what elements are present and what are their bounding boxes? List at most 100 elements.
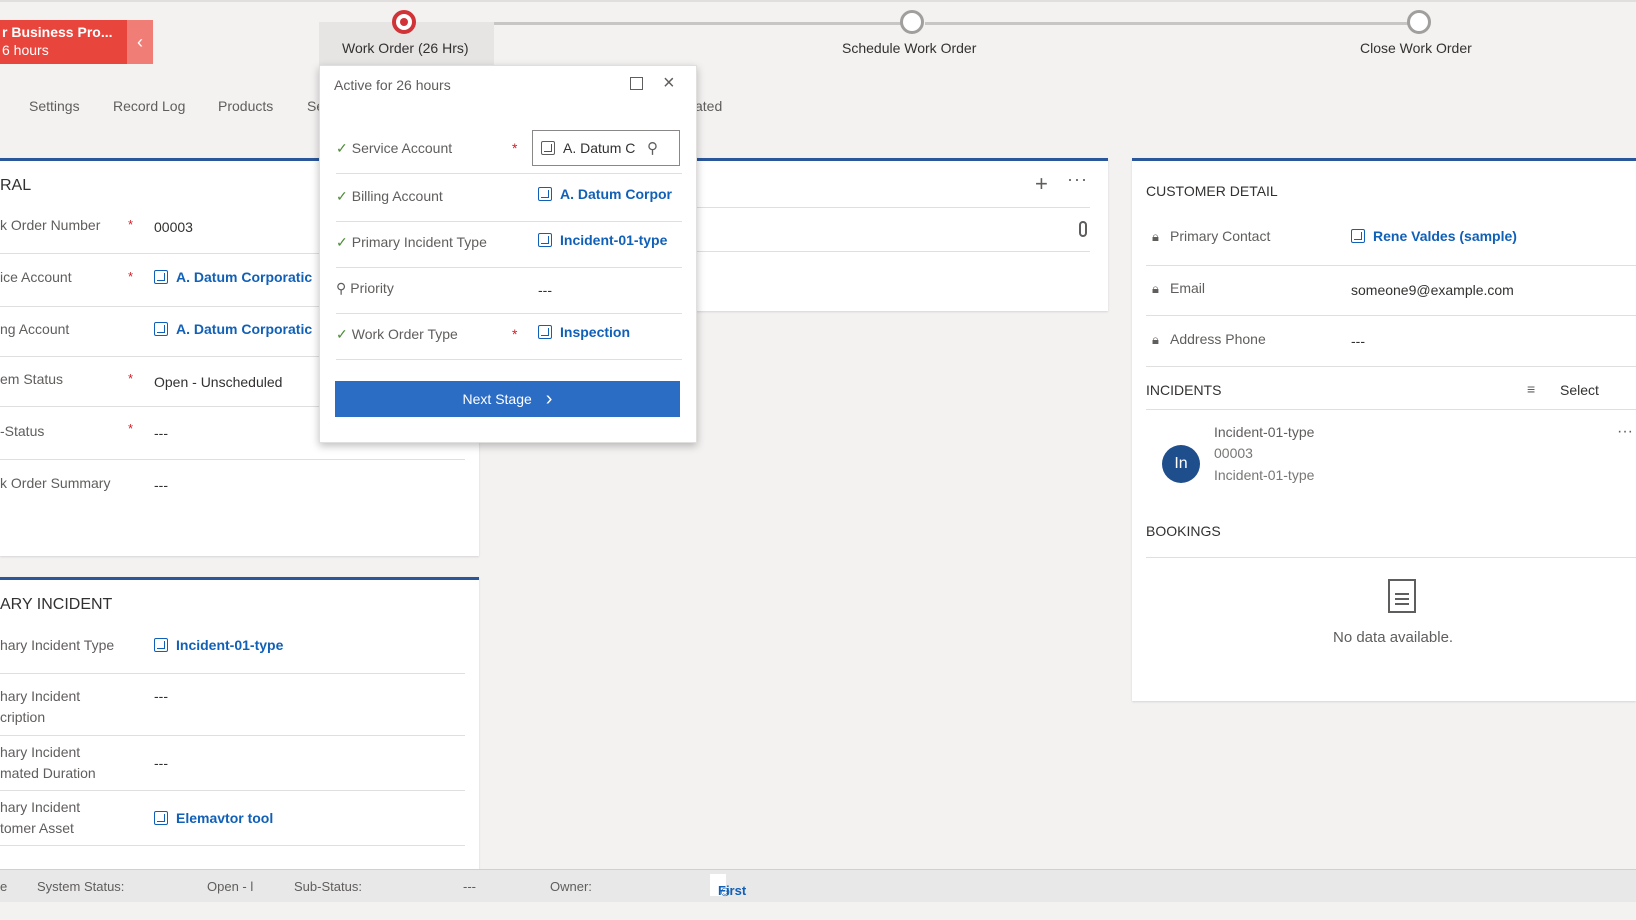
tab-record-log[interactable]: Record Log [113, 98, 185, 114]
flyout-field-primary-incident-type: ✓ Primary Incident Type Incident-01-type [336, 222, 682, 268]
asset-icon [154, 811, 168, 825]
stage-schedule-work-order[interactable]: Schedule Work Order [842, 40, 976, 56]
flyout-field-service-account: ✓ Service Account * A. Datum C ⚲ [336, 128, 682, 174]
flyout-field-billing-account: ✓ Billing Account A. Datum Corpor [336, 176, 682, 222]
footer-owner-label: Owner: [550, 879, 592, 894]
add-icon[interactable]: + [1035, 171, 1048, 197]
divider [1146, 265, 1636, 266]
customer-asset-text: Elemavtor tool [176, 810, 274, 826]
service-account-input[interactable]: A. Datum C ⚲ [532, 130, 680, 166]
stage-connector [925, 22, 1415, 25]
footer-fragment: e [0, 879, 8, 894]
more-options-icon[interactable]: ··· [1067, 169, 1088, 190]
service-account-input-value: A. Datum C [563, 140, 636, 156]
tab-products[interactable]: Products [218, 98, 273, 114]
stage-close-work-order[interactable]: Close Work Order [1360, 40, 1472, 56]
billing-account-text: A. Datum Corporatic [176, 321, 313, 337]
divider [1146, 557, 1636, 558]
priority-value[interactable]: --- [538, 282, 552, 298]
process-name: r Business Pro... [2, 24, 113, 40]
primary-contact-link[interactable]: Rene Valdes (sample) [1351, 228, 1517, 244]
account-icon [541, 141, 555, 155]
field-label: Primary Incident Type [351, 234, 487, 250]
field-label: hary Incident [0, 688, 81, 704]
business-process-bar [0, 0, 1636, 68]
work-order-number-value[interactable]: 00003 [154, 219, 193, 235]
divider [1146, 409, 1636, 410]
divider [0, 673, 465, 674]
next-stage-label: Next Stage [462, 391, 532, 407]
divider [1146, 315, 1636, 316]
field-label: Billing Account [351, 188, 443, 204]
email-value[interactable]: someone9@example.com [1351, 282, 1514, 298]
incident-item-title[interactable]: Incident-01-type [1214, 424, 1314, 440]
billing-account-text: A. Datum Corpor [560, 186, 672, 202]
footer-owner-link[interactable]: ☺ First [710, 874, 746, 899]
flyout-title: Active for 26 hours [334, 77, 451, 93]
tab-related[interactable]: ated [695, 98, 722, 114]
field-label: hary Incident [0, 744, 81, 760]
dock-flyout-icon[interactable] [630, 77, 643, 90]
chevron-left-icon: ‹ [137, 31, 143, 52]
process-flyout-tab[interactable]: r Business Pro... 6 hours [0, 20, 127, 64]
status-footer: e System Status: Open - l Sub-Status: --… [0, 869, 1636, 902]
lock-icon: 🔒︎ [1152, 281, 1159, 296]
field-label: Work Order Type [351, 326, 458, 342]
search-icon[interactable]: ⚲ [647, 139, 658, 157]
incident-more-icon[interactable]: ··· [1617, 423, 1633, 441]
field-label: hary Incident [0, 799, 81, 815]
close-icon[interactable]: × [663, 72, 675, 95]
check-icon: ✓ [336, 234, 348, 250]
bookings-title: BOOKINGS [1146, 523, 1221, 539]
work-order-type-icon [538, 325, 552, 339]
work-order-summary-value[interactable]: --- [154, 477, 168, 493]
next-stage-button[interactable]: Next Stage › [335, 381, 680, 417]
billing-account-link[interactable]: A. Datum Corporatic [154, 321, 312, 337]
divider [1146, 366, 1636, 367]
address-phone-value[interactable]: --- [1351, 333, 1365, 349]
required-indicator: * [128, 217, 134, 232]
chevron-right-icon: › [545, 387, 553, 410]
check-icon: ✓ [336, 140, 348, 156]
lock-icon: 🔒︎ [1152, 229, 1159, 244]
collapse-process-button[interactable]: ‹ [127, 20, 153, 64]
primary-incident-type-text: Incident-01-type [560, 232, 668, 248]
primary-incident-type-link[interactable]: Incident-01-type [538, 232, 667, 248]
required-indicator: * [512, 326, 518, 342]
stage-flyout-panel: Active for 26 hours × ✓ Service Account *… [319, 65, 697, 443]
divider [695, 207, 1090, 208]
primary-incident-section: ARY INCIDENT hary Incident Type Incident… [0, 577, 479, 872]
field-label: ice Account [0, 269, 72, 285]
field-label: Address Phone [1170, 331, 1266, 347]
field-label: Priority [350, 280, 394, 296]
work-order-type-link[interactable]: Inspection [538, 324, 630, 340]
tab-settings[interactable]: Settings [29, 98, 80, 114]
field-label: Primary Contact [1170, 228, 1271, 244]
stage-label-work-order: Work Order (26 Hrs) [342, 40, 469, 56]
system-status-value[interactable]: Open - Unscheduled [154, 374, 282, 390]
attachment-icon[interactable] [1079, 221, 1087, 237]
billing-account-link[interactable]: A. Datum Corpor [538, 186, 672, 202]
flyout-field-priority: ⚲ Priority --- [336, 268, 682, 314]
select-button[interactable]: Select [1560, 382, 1599, 398]
primary-incident-type-link[interactable]: Incident-01-type [154, 637, 283, 653]
divider [336, 173, 682, 174]
field-label: Service Account [351, 140, 453, 156]
field-label: tomer Asset [0, 820, 74, 836]
empty-document-icon [1388, 579, 1416, 613]
timeline-section: + ··· [695, 158, 1108, 311]
active-stage-target-icon [392, 10, 416, 34]
sub-status-value[interactable]: --- [154, 425, 168, 441]
footer-sub-status-value[interactable]: --- [463, 879, 476, 894]
footer-system-status-value[interactable]: Open - l [207, 879, 253, 894]
estimated-duration-value[interactable]: --- [154, 755, 168, 771]
required-indicator: * [128, 371, 134, 386]
account-icon [154, 322, 168, 336]
field-label: k Order Number [0, 217, 101, 233]
field-label: em Status [0, 371, 64, 387]
footer-system-status-label: System Status: [37, 879, 125, 894]
incident-description-value[interactable]: --- [154, 688, 168, 704]
account-icon [538, 187, 552, 201]
customer-asset-link[interactable]: Elemavtor tool [154, 810, 273, 826]
service-account-link[interactable]: A. Datum Corporatic [154, 269, 312, 285]
